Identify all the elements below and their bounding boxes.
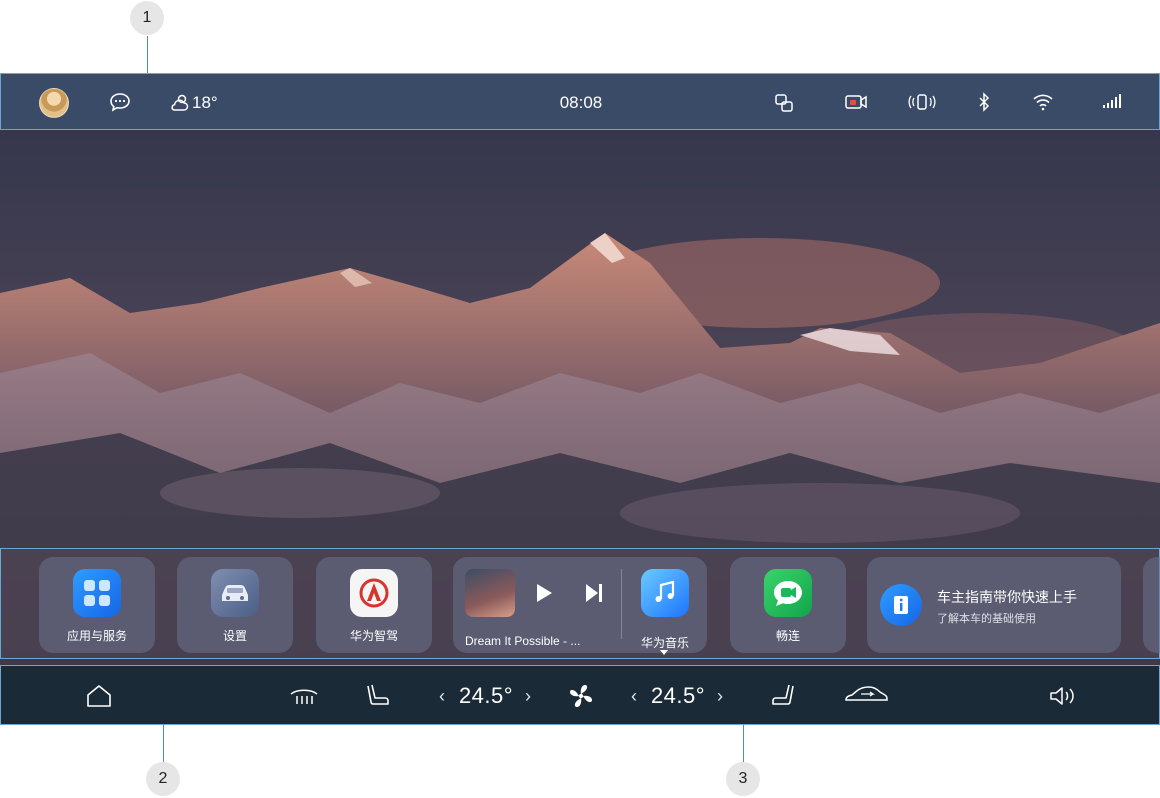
volume-button[interactable]: [1047, 666, 1079, 725]
car-recirculation-icon: [845, 686, 888, 701]
left-temp-increase[interactable]: ›: [520, 666, 536, 725]
left-temperature: 24.5°: [458, 683, 514, 708]
defrost-icon: [290, 689, 318, 704]
fan-icon: [570, 685, 592, 707]
owner-guide-card[interactable]: 车主指南带你快速上手 了解本车的基础使用: [867, 557, 1121, 653]
music-app-label: 华为音乐: [641, 636, 690, 650]
seat-heat-left-button[interactable]: [363, 666, 393, 725]
play-icon[interactable]: [535, 583, 553, 608]
next-track-icon[interactable]: [584, 583, 604, 608]
info-book-icon: [880, 584, 922, 626]
car-screen: 18° 08:08 应用与服务 设置 华为智驾 Dream It Possibl…: [0, 73, 1160, 725]
next-card-edge[interactable]: [1143, 557, 1160, 653]
track-title: Dream It Possible - ...: [465, 634, 581, 648]
fan-button[interactable]: [566, 666, 596, 725]
clock-time: 08:08: [559, 93, 603, 112]
bluetooth-icon[interactable]: [976, 92, 992, 118]
status-bar: 18° 08:08: [0, 73, 1160, 130]
caret-down-icon[interactable]: [660, 650, 668, 655]
seat-right-icon: [772, 684, 794, 705]
callout-2: 2: [146, 762, 180, 796]
climate-control-bar: ‹ 24.5° › ‹ 24.5° ›: [0, 665, 1160, 725]
weather-temperature: 18°: [192, 93, 218, 112]
recirculation-button[interactable]: [841, 666, 891, 725]
avatar[interactable]: [39, 88, 69, 118]
callout-3: 3: [726, 762, 760, 796]
app-card-link[interactable]: 畅连: [730, 557, 846, 653]
wifi-icon[interactable]: [1032, 92, 1054, 118]
app-label-settings: 设置: [222, 629, 247, 643]
callout-1: 1: [130, 1, 164, 35]
dashcam-icon[interactable]: [844, 92, 868, 118]
volume-icon: [1050, 687, 1074, 705]
album-art[interactable]: [465, 569, 515, 617]
huawei-music-icon[interactable]: [641, 569, 689, 617]
screen-cast-icon[interactable]: [773, 92, 795, 120]
seat-heat-right-button[interactable]: [768, 666, 798, 725]
left-temp-decrease[interactable]: ‹: [434, 666, 450, 725]
vibration-icon[interactable]: [908, 92, 936, 118]
music-widget[interactable]: Dream It Possible - ... 华为音乐: [453, 557, 707, 655]
meetime-icon: [764, 569, 812, 617]
app-dock: 应用与服务 设置 华为智驾 Dream It Possible - ... 华为…: [0, 548, 1160, 659]
music-divider: [621, 569, 622, 639]
app-label-adas: 华为智驾: [349, 629, 398, 643]
apps-grid-icon: [73, 569, 121, 617]
right-temp-increase[interactable]: ›: [712, 666, 728, 725]
home-icon: [87, 685, 111, 707]
app-card-adas[interactable]: 华为智驾: [316, 557, 432, 653]
car-settings-icon: [211, 569, 259, 617]
app-card-services[interactable]: 应用与服务: [39, 557, 155, 653]
guide-subtitle: 了解本车的基础使用: [937, 613, 1036, 625]
right-temperature: 24.5°: [650, 683, 706, 708]
seat-left-icon: [367, 684, 389, 705]
guide-title: 车主指南带你快速上手: [937, 589, 1077, 605]
app-label-link: 畅连: [775, 629, 800, 643]
huawei-adas-icon: [350, 569, 398, 617]
message-icon[interactable]: [109, 92, 131, 118]
app-label-services: 应用与服务: [66, 629, 127, 643]
weather-icon: [169, 92, 191, 120]
app-card-settings[interactable]: 设置: [177, 557, 293, 653]
defrost-button[interactable]: [287, 666, 321, 725]
right-temp-decrease[interactable]: ‹: [626, 666, 642, 725]
signal-icon: [1102, 92, 1122, 116]
home-button[interactable]: [83, 666, 115, 725]
